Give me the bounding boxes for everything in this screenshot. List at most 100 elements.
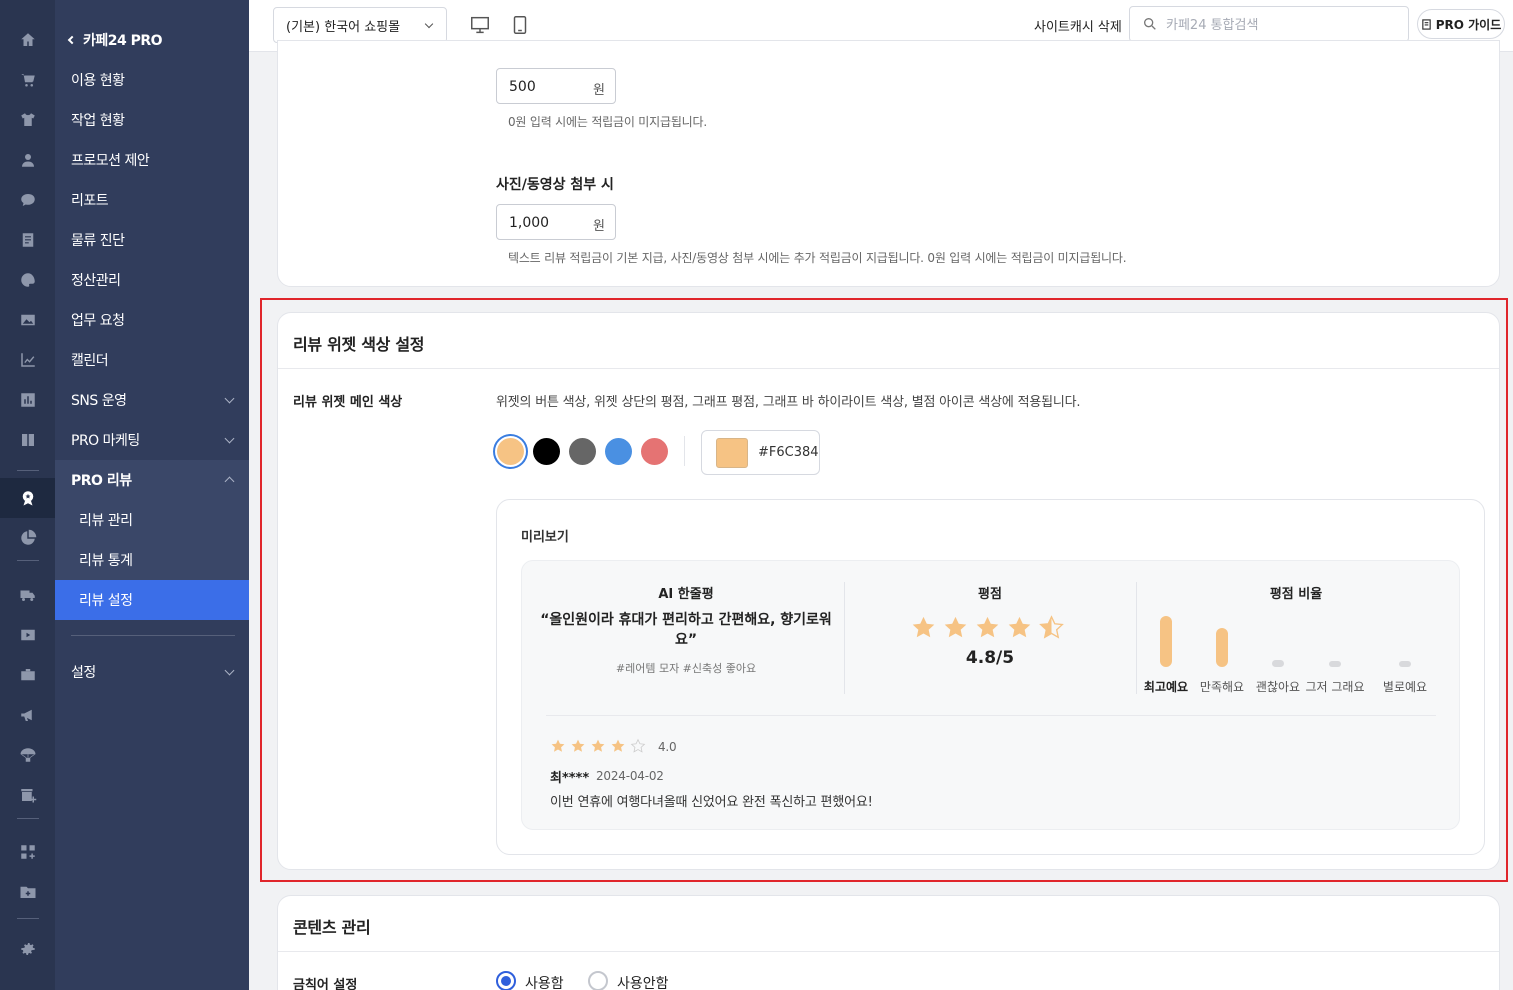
briefcase-icon[interactable] <box>0 655 55 695</box>
menu-item-promotion[interactable]: 프로모션 제안 <box>55 140 249 180</box>
ratio-bar-label: 그저 그래요 <box>1305 680 1365 694</box>
photo-review-points-input[interactable]: 1,000 원 <box>496 204 616 240</box>
ai-summary-tags: #레어템 모자 #신축성 좋아요 <box>615 662 757 675</box>
menu-label: 작업 현황 <box>71 113 125 129</box>
content-management-title: 콘텐츠 관리 <box>293 918 371 937</box>
star-icon <box>570 738 586 758</box>
guide-book-icon <box>1421 18 1431 30</box>
menu-label: 설정 <box>71 665 96 681</box>
menu-item-settings[interactable]: 설정 <box>55 652 249 692</box>
mall-select[interactable]: (기본) 한국어 쇼핑몰 <box>273 7 447 43</box>
menu-item-work-status[interactable]: 작업 현황 <box>55 100 249 140</box>
menu-label: PRO 리뷰 <box>71 473 132 489</box>
custom-color-picker[interactable]: #F6C384 <box>701 430 820 475</box>
mall-select-value: (기본) 한국어 쇼핑몰 <box>286 19 401 35</box>
megaphone-icon[interactable] <box>0 695 55 735</box>
truck-icon[interactable] <box>0 575 55 615</box>
menu-item-pro-review[interactable]: PRO 리뷰 <box>55 460 249 500</box>
color-swatch-red[interactable] <box>641 438 668 465</box>
line-chart-icon[interactable] <box>0 340 55 380</box>
menu-label: 프로모션 제안 <box>71 153 150 169</box>
pro-guide-button[interactable]: PRO 가이드 <box>1417 9 1505 39</box>
menu-item-sns[interactable]: SNS 운영 <box>55 380 249 420</box>
parachute-icon[interactable] <box>0 735 55 775</box>
home-icon[interactable] <box>0 20 55 60</box>
ratio-bar <box>1160 616 1172 667</box>
menu-label: 리뷰 설정 <box>79 593 133 609</box>
reviewer-name: 최**** <box>550 771 590 786</box>
apps-add-icon[interactable] <box>0 832 55 872</box>
shirt-icon[interactable] <box>0 100 55 140</box>
menu-label: 이용 현황 <box>71 73 125 89</box>
submenu-review-stats[interactable]: 리뷰 통계 <box>55 540 249 580</box>
submenu-review-settings[interactable]: 리뷰 설정 <box>55 580 249 620</box>
menu-title-label: 카페24 PRO <box>83 33 163 49</box>
menu-item-report[interactable]: 리포트 <box>55 180 249 220</box>
menu-item-pro-marketing[interactable]: PRO 마케팅 <box>55 420 249 460</box>
submenu-review-manage[interactable]: 리뷰 관리 <box>55 500 249 540</box>
image-icon[interactable] <box>0 300 55 340</box>
pie-chart-icon[interactable] <box>0 518 55 558</box>
ratio-title: 평점 비율 <box>1269 587 1323 602</box>
star-icon <box>630 738 646 758</box>
book-icon[interactable] <box>0 420 55 460</box>
input-value: 500 <box>509 79 536 95</box>
ratio-bar <box>1216 628 1228 667</box>
search-input[interactable] <box>1166 15 1396 35</box>
ratio-bar <box>1272 659 1284 667</box>
star-icon <box>1006 614 1033 645</box>
rating-title: 평점 <box>978 587 1002 602</box>
cart-icon[interactable] <box>0 60 55 100</box>
menu-item-logistics[interactable]: 물류 진단 <box>55 220 249 260</box>
star-icon <box>910 614 937 645</box>
star-icon <box>550 738 566 758</box>
menu-item-task-request[interactable]: 업무 요청 <box>55 300 249 340</box>
review-badge-icon[interactable] <box>0 478 55 518</box>
star-icon <box>1038 614 1065 645</box>
radio-not-use[interactable] <box>588 971 608 990</box>
bar-chart-icon[interactable] <box>0 380 55 420</box>
user-icon[interactable] <box>0 140 55 180</box>
review-text: 이번 연휴에 여행다녀올때 신었어요 완전 폭신하고 편했어요! <box>550 795 873 810</box>
chat-icon[interactable] <box>0 180 55 220</box>
document-icon[interactable] <box>0 220 55 260</box>
mobile-view-icon[interactable] <box>509 14 531 36</box>
video-icon[interactable] <box>0 615 55 655</box>
menu-item-usage[interactable]: 이용 현황 <box>55 60 249 100</box>
main-color-label: 리뷰 위젯 메인 색상 <box>293 395 403 410</box>
star-icon <box>590 738 606 758</box>
color-swatch-black[interactable] <box>533 438 560 465</box>
icon-rail <box>0 0 55 990</box>
star-icon <box>942 614 969 645</box>
palette-icon[interactable] <box>0 260 55 300</box>
color-swatch-peach[interactable] <box>497 438 524 465</box>
menu-label: 물류 진단 <box>71 233 125 249</box>
ratio-bar-label: 만족해요 <box>1199 680 1245 694</box>
radio-use[interactable] <box>496 971 516 990</box>
ratio-bar-label: 별로예요 <box>1382 680 1428 694</box>
folder-add-icon[interactable] <box>0 872 55 912</box>
unit-label: 원 <box>593 83 605 98</box>
text-points-help: 0원 입력 시에는 적립금이 미지급됩니다. <box>508 115 707 129</box>
radio-not-use-label[interactable]: 사용안함 <box>617 973 669 990</box>
store-add-icon[interactable] <box>0 775 55 815</box>
ratio-bar <box>1399 661 1411 667</box>
chevron-down-icon <box>224 433 235 444</box>
menu-back-title[interactable]: 카페24 PRO <box>55 20 249 60</box>
color-swatch-gray[interactable] <box>569 438 596 465</box>
search-icon <box>1144 17 1156 30</box>
ai-summary-quote: “올인원이라 휴대가 편리하고 간편해요, 향기로워요” <box>540 612 832 648</box>
photo-points-help: 텍스트 리뷰 적립금이 기본 지급, 사진/동영상 첨부 시에는 추가 적립금이… <box>508 251 1127 265</box>
widget-color-title: 리뷰 위젯 색상 설정 <box>293 335 425 354</box>
settings-icon[interactable] <box>0 929 55 969</box>
menu-item-calendar[interactable]: 캘린더 <box>55 340 249 380</box>
chevron-up-icon <box>224 476 235 487</box>
color-swatch-blue[interactable] <box>605 438 632 465</box>
text-review-points-input[interactable]: 500 원 <box>496 68 616 104</box>
radio-use-label[interactable]: 사용함 <box>525 973 564 990</box>
desktop-view-icon[interactable] <box>469 14 491 36</box>
menu-item-settlement[interactable]: 정산관리 <box>55 260 249 300</box>
photo-points-label: 사진/동영상 첨부 시 <box>496 177 614 193</box>
star-icon <box>974 614 1001 645</box>
cache-delete-link[interactable]: 사이트캐시 삭제 <box>1034 16 1122 35</box>
